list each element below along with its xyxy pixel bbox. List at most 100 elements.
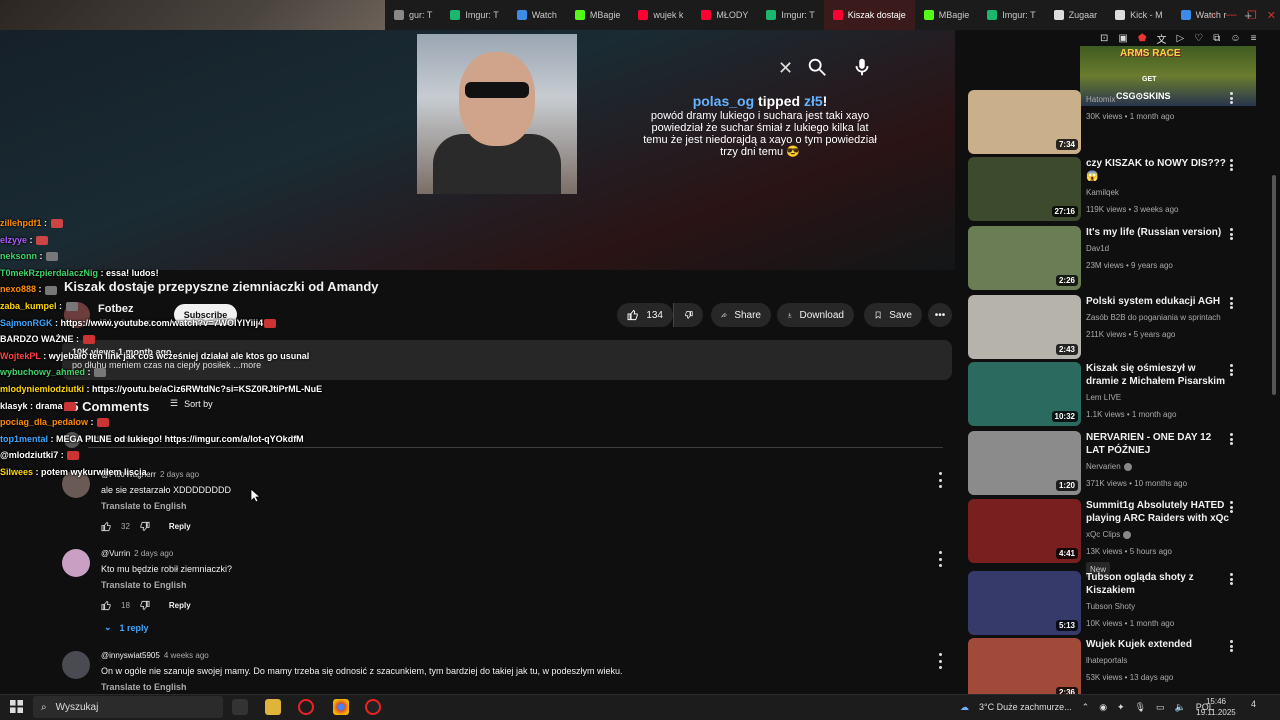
download-button[interactable]: Download	[777, 303, 854, 327]
maximize-button[interactable]: ❐	[1247, 9, 1257, 22]
recommendation-more-icon[interactable]	[1230, 364, 1234, 376]
recommendation-channel[interactable]: xQc Clips	[1086, 530, 1120, 539]
tray-chevron-icon[interactable]: ⌃	[1082, 702, 1090, 713]
recommendation-more-icon[interactable]	[1230, 433, 1234, 445]
thumbs-down-icon[interactable]	[139, 600, 150, 611]
comment-age[interactable]: 4 weeks ago	[164, 651, 209, 660]
reply-button[interactable]: Reply	[169, 601, 191, 610]
file-explorer-icon[interactable]	[265, 699, 281, 715]
recommended-video[interactable]: 5:13 Tubson ogląda shoty z Kiszakiem Tubso…	[968, 571, 1258, 635]
browser-tab[interactable]: Imgur: T	[441, 0, 507, 30]
recommendation-channel[interactable]: lhateportals	[1086, 656, 1127, 665]
recommendation-channel[interactable]: Hatomix	[1086, 95, 1115, 104]
chat-username[interactable]: BARDZO WAŻNE	[0, 334, 74, 344]
recommendation-more-icon[interactable]	[1230, 297, 1234, 309]
comment-avatar[interactable]	[62, 549, 90, 577]
recommendation-channel[interactable]: Lem LIVE	[1086, 393, 1121, 402]
notification-count[interactable]: 4	[1251, 699, 1256, 709]
chat-username[interactable]: klasyk	[0, 401, 28, 411]
recommendation-title[interactable]: Polski system edukacji AGH	[1086, 295, 1231, 308]
weather-text[interactable]: 3°C Duże zachmurze...	[979, 702, 1072, 712]
browser-tab[interactable]: MBagie	[566, 0, 630, 30]
comment-more-icon[interactable]	[934, 472, 946, 488]
recommended-video[interactable]: 2:36 Wujek Kujek extended lhateportals 53K …	[968, 638, 1258, 702]
network-icon[interactable]: ▭	[1156, 702, 1165, 713]
comment-age[interactable]: 2 days ago	[134, 549, 173, 558]
save-button[interactable]: Save	[864, 303, 922, 327]
profile-icon[interactable]: ☺	[1230, 33, 1240, 44]
taskbar-search[interactable]: ⌕ Wyszukaj	[33, 696, 223, 718]
recommended-video[interactable]: 2:26 It's my life (Russian version) Dav1d 2…	[968, 226, 1258, 290]
shield-icon[interactable]: ⬟	[1138, 33, 1147, 44]
menu-icon[interactable]: ≡	[1251, 33, 1257, 44]
tab-search-icon[interactable]: ⌕	[1210, 9, 1216, 22]
search-icon[interactable]	[806, 56, 828, 78]
recommendation-title[interactable]: Tubson ogląda shoty z Kiszakiem	[1086, 571, 1231, 597]
mic-tray-icon[interactable]: 🎙	[1135, 702, 1146, 713]
comment-more-icon[interactable]	[934, 551, 946, 567]
share-button[interactable]: Share	[711, 303, 771, 327]
volume-icon[interactable]: 🔈	[1175, 702, 1186, 713]
translate-link[interactable]: Translate to English	[101, 501, 187, 511]
translate-icon[interactable]: 文	[1157, 31, 1167, 46]
recommendation-more-icon[interactable]	[1230, 159, 1234, 171]
chat-username[interactable]: Silwees	[0, 467, 33, 477]
recommendation-channel[interactable]: Kamilqek	[1086, 188, 1119, 197]
tray-app2-icon[interactable]: ✦	[1117, 702, 1125, 713]
obs-icon[interactable]	[365, 699, 381, 715]
taskbar-clock[interactable]: 15:46 19.11.2025	[1196, 696, 1236, 718]
recommendation-title[interactable]: czy KISZAK to NOWY DIS??? 😱	[1086, 157, 1231, 183]
thumbs-down-icon[interactable]	[139, 521, 150, 532]
youtube-search-bar[interactable]	[575, 50, 875, 84]
comment-avatar[interactable]	[62, 651, 90, 679]
browser-tab[interactable]: MBagie	[915, 0, 979, 30]
chat-username[interactable]: zillehpdf1	[0, 218, 42, 228]
browser-tab[interactable]: Kick - M	[1106, 0, 1172, 30]
browser-tab[interactable]: Zugaar	[1045, 0, 1107, 30]
recommendation-title[interactable]: Summit1g Absolutely HATED playing ARC Ra…	[1086, 499, 1231, 525]
close-window-button[interactable]: ✕	[1267, 9, 1276, 22]
tray-app-icon[interactable]: ◉	[1099, 702, 1107, 713]
reply-button[interactable]: Reply	[169, 522, 191, 531]
translate-link[interactable]: Translate to English	[101, 682, 187, 692]
recommendation-channel[interactable]: Zasób B2B do poganiania w sprintach	[1086, 313, 1221, 322]
bookmark-icon[interactable]: ⊡	[1100, 33, 1108, 44]
more-actions-button[interactable]: •••	[928, 303, 952, 327]
recommended-video[interactable]: 4:41 Summit1g Absolutely HATED playing AR…	[968, 499, 1258, 577]
weather-icon[interactable]: ☁	[960, 702, 969, 713]
task-view-icon[interactable]	[232, 699, 248, 715]
recommendation-title[interactable]: Wujek Kujek extended	[1086, 638, 1231, 651]
browser-tab[interactable]: Watch	[508, 0, 566, 30]
chat-username[interactable]: elzyye	[0, 235, 27, 245]
recommendation-channel[interactable]: Tubson Shoty	[1086, 602, 1135, 611]
browser-tab[interactable]: gur: T	[385, 0, 441, 30]
recommendation-channel[interactable]: Dav1d	[1086, 244, 1109, 253]
chat-username[interactable]: SajmonRGK	[0, 318, 53, 328]
heart-icon[interactable]: ♡	[1194, 33, 1203, 44]
clear-search-icon[interactable]: ✕	[778, 58, 793, 79]
puzzle-icon[interactable]: ⧉	[1213, 33, 1220, 44]
minimize-button[interactable]: —	[1226, 9, 1237, 21]
like-button[interactable]: 134	[617, 303, 673, 327]
thumbs-up-icon[interactable]	[101, 521, 112, 532]
browser-tab[interactable]: Imgur: T	[978, 0, 1044, 30]
browser-tab[interactable]: Imgur: T	[757, 0, 823, 30]
comment-more-icon[interactable]	[934, 653, 946, 669]
recommendation-more-icon[interactable]	[1230, 228, 1234, 240]
chat-username[interactable]: wybuchowy_ahmed	[0, 367, 85, 377]
view-replies-button[interactable]: ⌄ 1 reply	[104, 622, 149, 633]
browser-tab[interactable]: Kiszak dostaje	[823, 0, 915, 30]
recommended-video[interactable]: 10:32 Kiszak się ośmieszył w dramie z Mic…	[968, 362, 1258, 426]
chat-username[interactable]: zaba_kumpel	[0, 301, 57, 311]
chat-username[interactable]: mlodyniemlodziutki	[0, 384, 84, 394]
recommendation-more-icon[interactable]	[1230, 640, 1234, 652]
recommended-video[interactable]: 2:43 Polski system edukacji AGH Zasób B2B …	[968, 295, 1258, 359]
chat-username[interactable]: pociag_dla_pedalow	[0, 417, 88, 427]
play-icon[interactable]: ▷	[1177, 33, 1185, 44]
comment-author[interactable]: @innyswiat5905	[101, 651, 160, 660]
chat-username[interactable]: WojtekPL	[0, 351, 41, 361]
chrome-icon[interactable]	[333, 699, 349, 715]
dislike-button[interactable]	[673, 303, 703, 327]
opera-icon[interactable]	[298, 699, 314, 715]
chat-username[interactable]: neksonn	[0, 251, 37, 261]
